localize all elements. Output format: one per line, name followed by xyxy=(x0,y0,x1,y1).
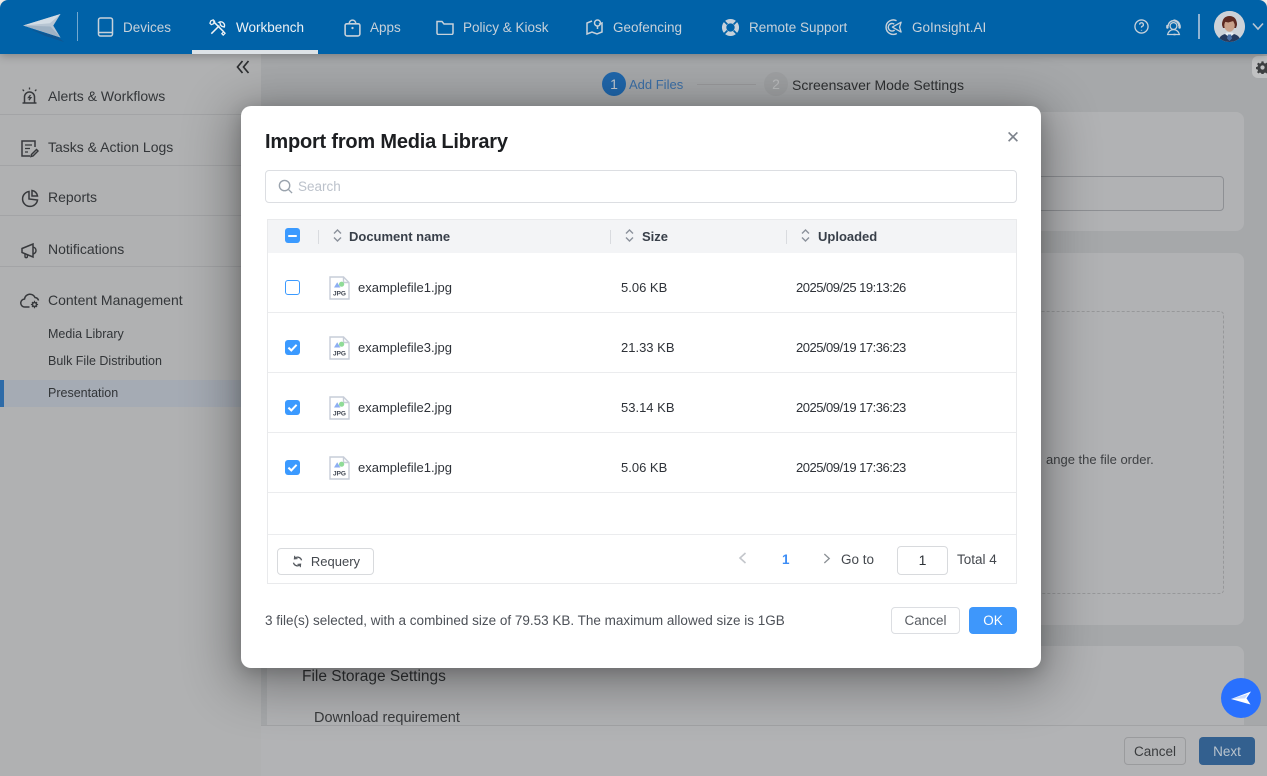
svg-text:JPG: JPG xyxy=(333,351,346,358)
svg-text:JPG: JPG xyxy=(333,291,346,298)
svg-text:JPG: JPG xyxy=(333,411,346,418)
svg-text:JPG: JPG xyxy=(333,471,346,478)
